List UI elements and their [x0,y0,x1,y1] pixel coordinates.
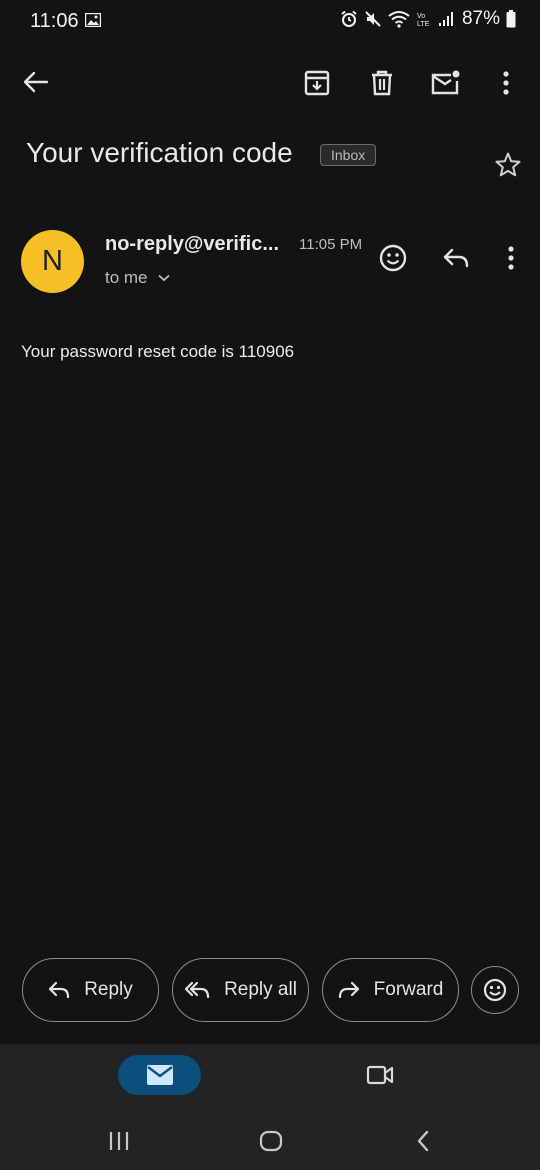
reply-icon [49,981,70,999]
mark-unread-icon [431,70,460,95]
wifi-icon [388,10,410,28]
status-time: 11:06 [30,10,79,32]
mute-icon [364,10,382,28]
mark-unread-button[interactable] [428,68,462,98]
reply-all-label: Reply all [224,979,297,1000]
system-back-button[interactable] [408,1126,438,1156]
more-options-button[interactable] [494,68,518,98]
reply-icon [443,248,469,268]
alarm-icon [340,10,358,28]
sender-avatar[interactable]: N [21,230,84,293]
battery-percent: 87% [461,8,500,29]
inbox-label-badge[interactable]: Inbox [320,144,377,166]
svg-text:LTE: LTE [417,21,430,28]
delete-button[interactable] [367,68,397,98]
bottom-navigation [0,1044,540,1112]
email-time: 11:05 PM [299,236,363,253]
archive-button[interactable] [302,68,332,98]
add-reaction-button[interactable] [377,242,409,274]
chevron-down-icon [157,274,170,282]
trash-icon [372,70,392,96]
recent-apps-icon [109,1132,129,1150]
recipient-details[interactable]: to me [105,268,170,288]
archive-icon [304,70,330,96]
star-icon[interactable] [495,152,521,182]
home-icon [259,1130,283,1152]
meet-tab[interactable] [362,1057,398,1093]
recipient-label: to me [105,268,148,287]
status-bar: 11:06 Vo LTE 87% [0,0,540,44]
emoji-icon [379,244,407,272]
system-navigation-bar [0,1112,540,1170]
email-body: Your password reset code is 110906 [21,342,295,361]
signal-icon [438,11,454,27]
emoji-icon [483,978,507,1002]
reply-all-button[interactable]: Reply all [172,958,309,1022]
mail-icon [146,1065,173,1085]
chevron-left-icon [417,1130,429,1152]
message-toolbar [0,58,540,108]
reply-label: Reply [84,979,133,1000]
reply-button[interactable]: Reply [22,958,159,1022]
more-vert-icon [508,246,514,270]
status-icons: Vo LTE 87% [340,8,516,30]
video-camera-icon [366,1065,394,1085]
mail-tab[interactable] [118,1055,201,1095]
arrow-left-icon [23,71,49,93]
forward-label: Forward [373,979,444,1000]
svg-text:Vo: Vo [417,13,425,20]
sender-name[interactable]: no-reply@verific... [105,233,279,256]
reply-all-icon [184,981,210,999]
email-subject: Your verification code [26,137,293,168]
more-vert-icon [503,71,509,95]
reply-icon-button[interactable] [440,244,472,272]
gallery-notification-icon [84,12,102,28]
lte-icon: Vo LTE [416,10,432,28]
forward-button[interactable]: Forward [322,958,459,1022]
home-button[interactable] [256,1126,286,1156]
battery-icon [506,10,516,28]
react-emoji-button[interactable] [471,966,519,1014]
message-more-button[interactable] [500,244,522,272]
back-button[interactable] [20,66,52,98]
forward-icon [338,981,359,999]
recent-apps-button[interactable] [104,1128,134,1154]
subject-row: Your verification code Inbox [26,136,521,177]
